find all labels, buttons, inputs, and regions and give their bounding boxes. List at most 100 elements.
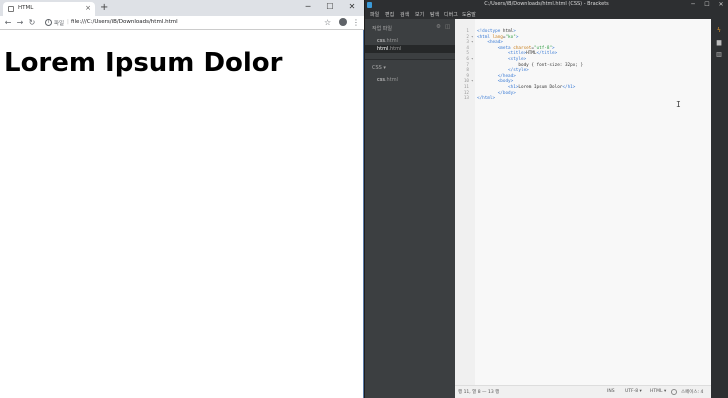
working-files-header: 작업 파일 bbox=[372, 26, 392, 32]
code-text: <style> bbox=[508, 57, 527, 62]
line-number: 7 bbox=[466, 62, 469, 68]
fold-arrow-icon[interactable]: ▾ bbox=[471, 79, 474, 84]
fold-arrow-icon[interactable]: ▾ bbox=[471, 40, 474, 45]
text-cursor-icon: I bbox=[676, 100, 681, 109]
file-ext: .html bbox=[384, 38, 398, 44]
url-text[interactable]: file:///C:/Users/iB/Downloads/html.html bbox=[71, 19, 178, 25]
status-bar: 행 11, 열 8 — 13 행 INS UTF-8 ▾ HTML ▾ 스페이스… bbox=[455, 385, 711, 398]
live-preview-icon[interactable]: ϟ bbox=[715, 28, 723, 34]
window-title: C:/Users/iB/Downloads/html.html (CSS) - … bbox=[484, 1, 609, 7]
brackets-minimize-button[interactable]: ─ bbox=[686, 0, 700, 9]
code-text: <!doctype html> bbox=[477, 29, 516, 34]
code-text: <title>HTML</title> bbox=[508, 51, 558, 57]
line-number: 11 bbox=[463, 85, 469, 90]
gear-icon[interactable]: ⚙ bbox=[436, 24, 441, 30]
scheme-label: 파일 bbox=[54, 21, 65, 27]
code-line[interactable]: 10 ▾ <body> bbox=[455, 79, 711, 84]
code-line[interactable]: 1 <!doctype html> bbox=[455, 29, 711, 34]
line-number: 2 bbox=[466, 34, 469, 40]
cursor-position: 행 11, 열 8 — 13 행 bbox=[458, 390, 500, 395]
separator: | bbox=[67, 19, 69, 25]
code-line[interactable]: 13 </html> bbox=[455, 96, 711, 101]
ins-indicator[interactable]: INS bbox=[607, 389, 615, 394]
menu-file[interactable]: 파일 bbox=[370, 11, 379, 18]
menu-navigate[interactable]: 탐색 bbox=[430, 11, 439, 18]
file-name: css bbox=[377, 38, 385, 44]
code-line[interactable]: 11 <h1>Lorem Ipsum Dolor</h1> bbox=[455, 85, 711, 90]
right-toolbar: ϟ ▆ ▥ bbox=[711, 19, 728, 398]
code-line[interactable]: 7 body { font-size: 32px; } bbox=[455, 63, 711, 68]
tab-strip: HTML × + ─ ☐ ✕ bbox=[0, 0, 364, 16]
menu-edit[interactable]: 편집 bbox=[385, 11, 394, 18]
code-text: </style> bbox=[508, 68, 529, 74]
page-content: Lorem Ipsum Dolor bbox=[0, 30, 363, 398]
code-text: body { font-size: 32px; } bbox=[477, 62, 584, 68]
menu-find[interactable]: 검색 bbox=[400, 11, 409, 18]
menu-bar: 파일 편집 검색 보기 탐색 디버그 도움말 bbox=[365, 9, 728, 19]
info-icon[interactable]: i bbox=[45, 19, 52, 26]
code-line[interactable]: 8 </style> bbox=[455, 68, 711, 73]
file-sidebar: 작업 파일 ⚙ ◫ css.html html.html CSS ▾ css.h… bbox=[365, 19, 455, 398]
code-line[interactable]: 5 <title>HTML</title> bbox=[455, 51, 711, 56]
indent-setting[interactable]: 스페이스: 4 bbox=[681, 389, 703, 395]
file-ext: .html bbox=[388, 46, 402, 52]
back-button[interactable]: ← bbox=[3, 17, 13, 28]
line-number: 8 bbox=[466, 68, 469, 74]
tab-html[interactable]: HTML × bbox=[3, 2, 95, 16]
extract-icon[interactable]: ▥ bbox=[715, 52, 723, 58]
code-text: <body> bbox=[497, 79, 514, 85]
brackets-close-button[interactable]: ✕ bbox=[714, 0, 728, 9]
language-select[interactable]: HTML ▾ bbox=[650, 389, 666, 394]
new-tab-button[interactable]: + bbox=[100, 3, 108, 13]
forward-button[interactable]: → bbox=[15, 17, 25, 28]
menu-help[interactable]: 도움말 bbox=[462, 11, 476, 18]
line-number: 5 bbox=[466, 51, 469, 57]
brackets-maximize-button[interactable]: ☐ bbox=[700, 0, 714, 9]
code-line[interactable]: 3 ▾ <head> bbox=[455, 40, 711, 45]
line-number: 3 bbox=[466, 40, 469, 46]
minimize-button[interactable]: ─ bbox=[297, 0, 319, 13]
page-heading: Lorem Ipsum Dolor bbox=[4, 48, 283, 78]
line-number: 12 bbox=[463, 90, 469, 96]
line-number: 1 bbox=[466, 29, 469, 34]
lint-status-icon[interactable] bbox=[671, 389, 677, 395]
menu-view[interactable]: 보기 bbox=[415, 11, 424, 18]
fold-arrow-icon[interactable]: ▾ bbox=[471, 57, 474, 62]
line-number: 6 bbox=[466, 57, 469, 62]
line-number: 10 bbox=[463, 79, 469, 85]
code-text: <html lang="ko"> bbox=[477, 34, 519, 40]
address-bar[interactable]: i 파일 | file:///C:/Users/iB/Downloads/htm… bbox=[40, 17, 320, 29]
sidebar-divider bbox=[365, 59, 455, 60]
code-line[interactable]: 6 ▾ <style> bbox=[455, 57, 711, 62]
brackets-window: C:/Users/iB/Downloads/html.html (CSS) - … bbox=[365, 0, 728, 398]
chrome-menu-icon[interactable]: ⋮ bbox=[352, 17, 360, 28]
encoding-select[interactable]: UTF-8 ▾ bbox=[625, 389, 642, 394]
working-file-css[interactable]: css.html bbox=[365, 37, 455, 45]
menu-debug[interactable]: 디버그 bbox=[444, 11, 458, 18]
maximize-button[interactable]: ☐ bbox=[319, 0, 341, 13]
code-text: <head> bbox=[487, 40, 503, 46]
code-line[interactable]: 12 </body> bbox=[455, 91, 711, 96]
chrome-window: HTML × + ─ ☐ ✕ ← → ↻ i 파일 | file:///C:/U… bbox=[0, 0, 364, 398]
file-name: css bbox=[377, 77, 385, 83]
code-text: </body> bbox=[497, 90, 516, 96]
fold-arrow-icon[interactable]: ▾ bbox=[471, 35, 474, 40]
code-text: <h1>Lorem Ipsum Dolor</h1> bbox=[508, 85, 576, 90]
code-text: </html> bbox=[477, 96, 496, 102]
bookmark-star-icon[interactable]: ☆ bbox=[324, 17, 331, 28]
split-view-icon[interactable]: ◫ bbox=[445, 24, 450, 30]
extension-manager-icon[interactable]: ▆ bbox=[715, 40, 723, 46]
profile-avatar-icon[interactable] bbox=[339, 18, 347, 26]
code-editor[interactable]: 1 <!doctype html> 2 ▾ <html lang="ko"> 3 ▾ <he… bbox=[455, 19, 711, 385]
file-name: html bbox=[377, 46, 389, 52]
tab-close-icon[interactable]: × bbox=[85, 4, 91, 12]
reload-button[interactable]: ↻ bbox=[27, 17, 37, 28]
browser-toolbar: ← → ↻ i 파일 | file:///C:/Users/iB/Downloa… bbox=[0, 16, 364, 30]
file-ext: .html bbox=[384, 77, 398, 83]
close-window-button[interactable]: ✕ bbox=[341, 0, 363, 13]
code-line[interactable]: 2 ▾ <html lang="ko"> bbox=[455, 35, 711, 40]
project-header[interactable]: CSS ▾ bbox=[372, 65, 386, 71]
working-file-html[interactable]: html.html bbox=[365, 45, 455, 53]
project-file-css[interactable]: css.html bbox=[365, 76, 455, 84]
line-number: 13 bbox=[463, 96, 469, 102]
